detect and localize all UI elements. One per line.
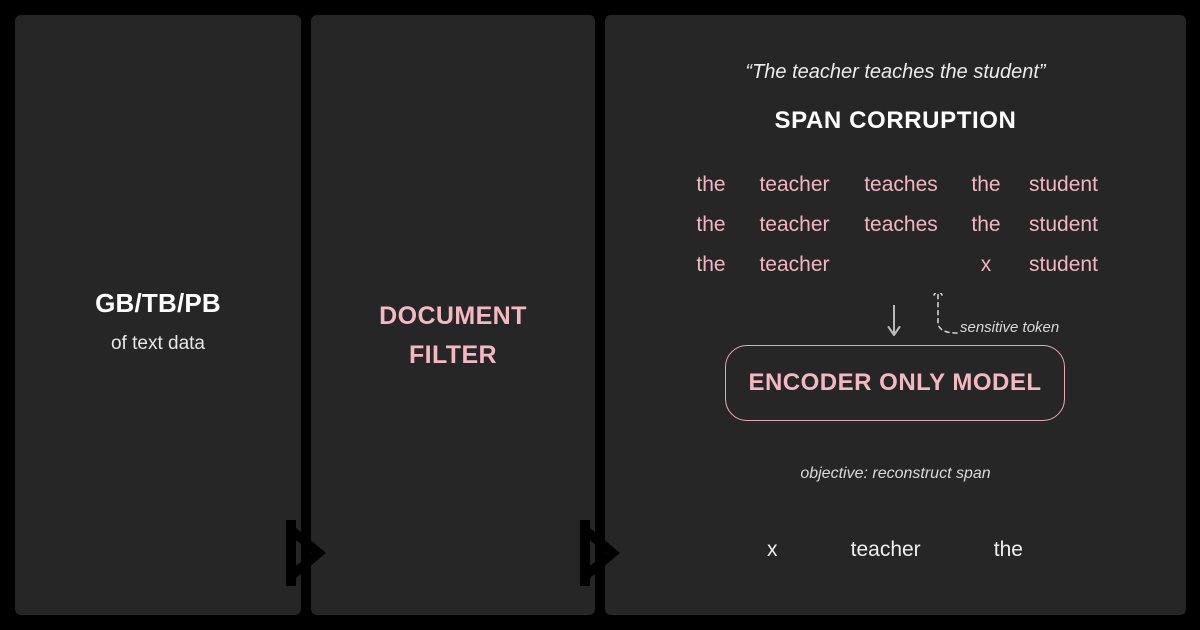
token-cell: the: [971, 213, 1001, 236]
panel-document-filter: DOCUMENT FILTER: [311, 15, 595, 615]
token-cell: the: [696, 173, 726, 196]
token-cell: teacher: [759, 253, 830, 276]
token-cell: teaches: [864, 213, 938, 236]
output-token: teacher: [850, 538, 921, 561]
data-volume-subtitle: of text data: [110, 332, 205, 354]
output-token-row: x teacher the: [725, 538, 1065, 562]
token-cell: student: [1029, 253, 1098, 276]
token-cell: student: [1029, 213, 1098, 236]
arrow-down-icon: [887, 305, 901, 336]
panel-data-volume: GB/TB/PB of text data: [15, 15, 301, 615]
encoder-only-model-box[interactable]: ENCODER ONLY MODEL: [725, 345, 1065, 421]
token-cell: teacher: [759, 213, 830, 236]
token-cell: teacher: [759, 173, 830, 196]
token-cell: student: [1029, 173, 1098, 196]
document-filter-title-line-1: DOCUMENT: [379, 302, 527, 330]
panel-2-content: DOCUMENT FILTER: [311, 297, 595, 375]
diagram-canvas: GB/TB/PB of text data DOCUMENT FILTER “T…: [0, 0, 1200, 630]
encoder-only-model-label: ENCODER ONLY MODEL: [748, 369, 1042, 396]
output-token: x: [767, 538, 778, 561]
span-corruption-heading: SPAN CORRUPTION: [774, 107, 1017, 134]
token-cell: the: [696, 253, 726, 276]
token-grid: the teacher teaches the student the teac…: [680, 165, 1110, 285]
token-row: the teacher teaches the student: [680, 165, 1110, 205]
data-volume-title: GB/TB/PB: [95, 288, 221, 318]
output-token: the: [993, 538, 1023, 561]
token-row-corrupted: the teacher x student: [680, 245, 1110, 285]
token-cell: the: [696, 213, 726, 236]
document-filter-title-line-2: FILTER: [408, 340, 498, 369]
token-cell: the: [971, 173, 1001, 196]
panel-1-content: GB/TB/PB of text data: [15, 287, 301, 356]
token-cell: teaches: [864, 173, 938, 196]
token-row: the teacher teaches the student: [680, 205, 1110, 245]
dashed-arrow-up-icon: [933, 293, 958, 334]
token-cell-sensitive: x: [980, 253, 992, 276]
arrow-zone: sensitive token: [605, 293, 1186, 351]
source-sentence-quote: “The teacher teaches the student”: [745, 61, 1046, 83]
objective-caption: objective: reconstruct span: [800, 465, 991, 482]
arrow-group: [887, 293, 958, 336]
sensitive-token-label: sensitive token: [960, 319, 1060, 336]
panel-span-corruption: “The teacher teaches the student” SPAN C…: [605, 15, 1186, 615]
